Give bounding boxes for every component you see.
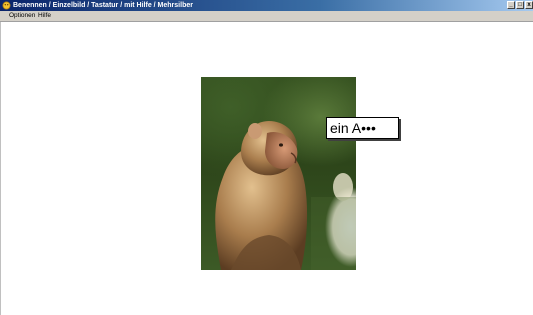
app-icon (2, 1, 11, 10)
menu-optionen[interactable]: Optionen (8, 11, 36, 21)
window-frame (0, 22, 1, 315)
maximize-icon: □ (518, 2, 522, 8)
close-icon: x (527, 2, 531, 8)
menu-hilfe[interactable]: Hilfe (37, 11, 52, 21)
menu-bar: Optionen Hilfe (0, 11, 533, 22)
minimize-icon: _ (509, 2, 513, 8)
minimize-button[interactable]: _ (507, 1, 515, 9)
window-title: Benennen / Einzelbild / Tastatur / mit H… (13, 2, 193, 9)
stimulus-image-monkey (201, 77, 356, 270)
close-button[interactable]: x (525, 1, 533, 9)
monkey-illustration (215, 121, 356, 270)
title-bar[interactable]: Benennen / Einzelbild / Tastatur / mit H… (0, 0, 533, 11)
caption-label: ein A••• (326, 117, 399, 139)
maximize-button[interactable]: □ (516, 1, 524, 9)
